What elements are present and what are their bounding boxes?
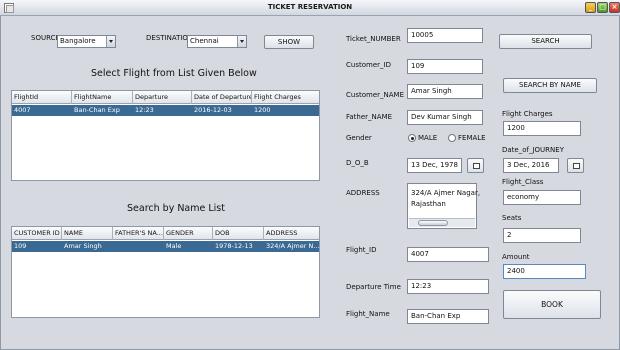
source-label: SOURCE [31, 34, 60, 42]
dob-field[interactable]: 13 Dec, 1978 [407, 158, 462, 173]
chevron-down-icon[interactable] [106, 36, 115, 47]
book-button[interactable]: BOOK [503, 290, 601, 319]
flight-class-field[interactable]: economy [503, 190, 581, 205]
table-row[interactable]: 4007 Ban-Chan Exp 12:23 2016-12-03 1200 [12, 105, 319, 116]
calendar-icon[interactable] [467, 158, 484, 173]
flight-table[interactable]: FlightId FlightName Departure Date of De… [11, 90, 320, 181]
date-of-journey-label: Date_of_JOURNEY [502, 146, 564, 154]
seats-field[interactable]: 2 [503, 228, 581, 243]
column-header[interactable]: FATHER'S NA... [113, 227, 164, 240]
title-bar: TICKET RESERVATION _ □ × [0, 0, 620, 16]
date-of-journey-field[interactable]: 3 Dec, 2016 [503, 158, 559, 173]
gender-male-radio[interactable] [408, 134, 416, 142]
flight-name-label: Flight_Name [346, 310, 390, 318]
flight-table-header: FlightId FlightName Departure Date of De… [12, 91, 319, 104]
close-icon[interactable]: × [609, 2, 620, 13]
source-select[interactable]: Bangalore [57, 35, 116, 48]
table-cell: 324/A Ajmer N... [266, 242, 319, 250]
search-button[interactable]: SEARCH [499, 34, 592, 49]
customer-id-field[interactable]: 109 [407, 59, 483, 74]
column-header[interactable]: FlightName [72, 91, 133, 104]
amount-label: Amount [502, 253, 530, 261]
gender-male-label[interactable]: MALE [418, 134, 437, 142]
table-cell: 1978-12-13 [215, 242, 253, 250]
source-value: Bangalore [60, 37, 96, 45]
name-table-header: CUSTOMER ID NAME FATHER'S NA... GENDER D… [12, 227, 319, 240]
flight-name-field[interactable]: Ban-Chan Exp [407, 309, 489, 324]
seats-label: Seats [502, 214, 522, 222]
window-title: TICKET RESERVATION [267, 3, 353, 11]
gender-female-label[interactable]: FEMALE [458, 134, 486, 142]
column-header[interactable]: Departure [133, 91, 192, 104]
gender-female-radio[interactable] [448, 134, 456, 142]
maximize-icon[interactable]: □ [597, 2, 608, 13]
dob-label: D_O_B [346, 159, 369, 167]
search-by-name-button[interactable]: SEARCH BY NAME [503, 78, 597, 93]
table-cell: 1200 [254, 106, 271, 114]
customer-name-field[interactable]: Amar Singh [407, 84, 483, 99]
father-name-label: Father_NAME [346, 113, 393, 121]
column-header[interactable]: Date of Departure [192, 91, 252, 104]
table-cell: Male [166, 242, 182, 250]
column-header[interactable]: FlightId [12, 91, 72, 104]
name-list-heading: Search by Name List [127, 203, 225, 214]
father-name-field[interactable]: Dev Kumar Singh [407, 110, 483, 125]
departure-time-field[interactable]: 12:23 [407, 279, 489, 294]
flight-id-label: Flight_ID [346, 246, 377, 254]
flight-list-heading: Select Flight from List Given Below [91, 68, 257, 79]
address-textarea[interactable]: 324/A Ajmer Nagar, Rajasthan [407, 183, 481, 229]
customer-id-label: Customer_ID [346, 61, 391, 69]
column-header[interactable]: Flight Charges [252, 91, 319, 104]
flight-charges-field[interactable]: 1200 [503, 121, 581, 136]
scrollbar-thumb[interactable] [418, 220, 448, 226]
show-button[interactable]: SHOW [264, 35, 314, 49]
table-cell: Amar Singh [64, 242, 102, 250]
column-header[interactable]: DOB [213, 227, 264, 240]
customer-name-label: Customer_NAME [346, 91, 404, 99]
ticket-number-field[interactable]: 10005 [407, 28, 483, 43]
flight-id-field[interactable]: 4007 [407, 247, 489, 262]
address-label: ADDRESS [346, 189, 380, 197]
amount-field[interactable]: 2400 [503, 264, 586, 279]
gender-label: Gender [346, 134, 372, 142]
flight-class-label: Flight_Class [502, 178, 544, 186]
flight-charges-label: Flight Charges [502, 110, 553, 118]
column-header[interactable]: ADDRESS [264, 227, 319, 240]
column-header[interactable]: CUSTOMER ID [12, 227, 62, 240]
table-cell: 12:23 [135, 106, 154, 114]
column-header[interactable]: NAME [62, 227, 113, 240]
table-cell [113, 241, 164, 252]
table-cell: 2016-12-03 [194, 106, 232, 114]
destination-select[interactable]: Chennai [187, 35, 247, 48]
address-line: 324/A Ajmer Nagar, [411, 189, 481, 197]
name-table[interactable]: CUSTOMER ID NAME FATHER'S NA... GENDER D… [11, 226, 320, 318]
address-scrollbar[interactable] [409, 218, 475, 227]
table-cell: 4007 [14, 106, 31, 114]
departure-time-label: Departure Time [346, 283, 401, 291]
address-line: Rajasthan [411, 200, 446, 208]
table-row[interactable]: 109 Amar Singh Male 1978-12-13 324/A Ajm… [12, 241, 319, 252]
destination-value: Chennai [190, 37, 219, 45]
ticket-number-label: Ticket_NUMBER [346, 35, 401, 43]
chevron-down-icon[interactable] [237, 36, 246, 47]
calendar-icon[interactable] [567, 158, 584, 173]
table-cell: 109 [14, 242, 27, 250]
minimize-icon[interactable]: _ [585, 2, 596, 13]
column-header[interactable]: GENDER [164, 227, 213, 240]
table-cell: Ban-Chan Exp [74, 106, 120, 114]
